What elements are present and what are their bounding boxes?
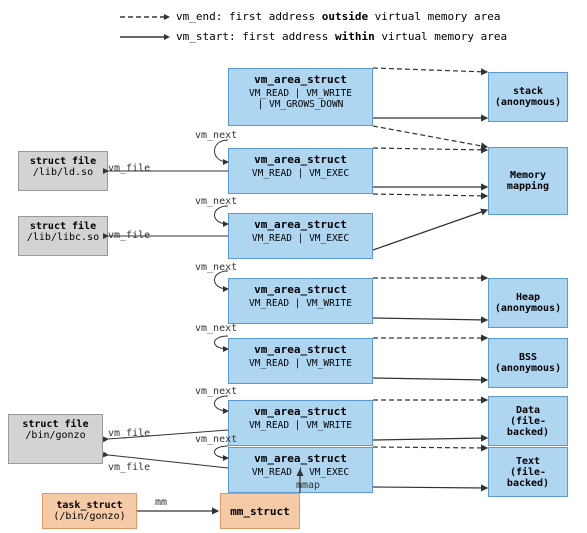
vma-title-2: vm_area_struct: [235, 153, 366, 166]
vma-box-4: vm_area_struct VM_READ | VM_WRITE: [228, 278, 373, 324]
vma-title-1: vm_area_struct: [235, 73, 366, 86]
mm-label: mm: [155, 497, 167, 508]
vma-title-4: vm_area_struct: [235, 283, 366, 296]
struct-libc: struct file /lib/libc.so: [18, 216, 108, 256]
vma-title-6: vm_area_struct: [235, 405, 366, 418]
vm-next-label-4: vm_next: [195, 323, 237, 334]
region-heap: Heap(anonymous): [488, 278, 568, 328]
diagram: vm_end: first address outside virtual me…: [0, 0, 587, 533]
vma-perms-4: VM_READ | VM_WRITE: [235, 298, 366, 309]
legend-solid-label: vm_start: first address within virtual m…: [176, 28, 507, 46]
vm-next-label-6: vm_next: [195, 434, 237, 445]
vm-file-label-1: vm_file: [108, 163, 150, 174]
struct-gonzo-path: /bin/gonzo: [15, 430, 96, 441]
task-struct-title: task_struct: [51, 500, 128, 511]
task-struct-box: task_struct (/bin/gonzo): [42, 493, 137, 529]
solid-line-icon: [120, 31, 170, 43]
vma-title-5: vm_area_struct: [235, 343, 366, 356]
vma-perms-1: VM_READ | VM_WRITE| VM_GROWS_DOWN: [235, 88, 366, 110]
vma-perms-2: VM_READ | VM_EXEC: [235, 168, 366, 179]
struct-ld-path: /lib/ld.so: [25, 167, 101, 178]
vma-box-1: vm_area_struct VM_READ | VM_WRITE| VM_GR…: [228, 68, 373, 126]
vm-next-label-1: vm_next: [195, 130, 237, 141]
vm-file-label-3: vm_file: [108, 428, 150, 439]
struct-libc-title: struct file: [25, 221, 101, 232]
mmap-label: mmap: [296, 480, 320, 491]
vma-box-3: vm_area_struct VM_READ | VM_EXEC: [228, 213, 373, 259]
vma-box-2: vm_area_struct VM_READ | VM_EXEC: [228, 148, 373, 194]
vma-box-6: vm_area_struct VM_READ | VM_WRITE: [228, 400, 373, 446]
vm-next-label-5: vm_next: [195, 386, 237, 397]
legend-solid: vm_start: first address within virtual m…: [120, 28, 507, 46]
vma-perms-6: VM_READ | VM_WRITE: [235, 420, 366, 431]
legend: vm_end: first address outside virtual me…: [120, 8, 507, 48]
struct-ld-title: struct file: [25, 156, 101, 167]
legend-dashed-label: vm_end: first address outside virtual me…: [176, 8, 501, 26]
region-stack: stack(anonymous): [488, 72, 568, 122]
vm-file-label-2: vm_file: [108, 230, 150, 241]
struct-gonzo: struct file /bin/gonzo: [8, 414, 103, 464]
region-stack-label: stack(anonymous): [495, 86, 561, 108]
task-struct-subtitle: (/bin/gonzo): [51, 511, 128, 522]
struct-gonzo-title: struct file: [15, 419, 96, 430]
region-heap-label: Heap(anonymous): [495, 292, 561, 314]
dashed-line-icon: [120, 11, 170, 23]
struct-libc-path: /lib/libc.so: [25, 232, 101, 243]
region-data-label: Data(file-backed): [507, 405, 549, 438]
vma-box-5: vm_area_struct VM_READ | VM_WRITE: [228, 338, 373, 384]
region-data: Data(file-backed): [488, 396, 568, 446]
vma-perms-3: VM_READ | VM_EXEC: [235, 233, 366, 244]
region-bss-label: BSS(anonymous): [495, 352, 561, 374]
region-mmap-label: Memorymapping: [507, 170, 549, 192]
region-bss: BSS(anonymous): [488, 338, 568, 388]
vm-next-label-2: vm_next: [195, 196, 237, 207]
vma-perms-5: VM_READ | VM_WRITE: [235, 358, 366, 369]
vma-title-3: vm_area_struct: [235, 218, 366, 231]
region-text-label: Text(file-backed): [507, 456, 549, 489]
vm-file-label-4: vm_file: [108, 462, 150, 473]
mm-struct-label: mm_struct: [230, 505, 290, 518]
vma-perms-7: VM_READ | VM_EXEC: [235, 467, 366, 478]
vm-next-label-3: vm_next: [195, 262, 237, 273]
vma-title-7: vm_area_struct: [235, 452, 366, 465]
mm-struct-box: mm_struct: [220, 493, 300, 529]
struct-ld: struct file /lib/ld.so: [18, 151, 108, 191]
region-mmap: Memorymapping: [488, 147, 568, 215]
region-text: Text(file-backed): [488, 447, 568, 497]
legend-dashed: vm_end: first address outside virtual me…: [120, 8, 507, 26]
